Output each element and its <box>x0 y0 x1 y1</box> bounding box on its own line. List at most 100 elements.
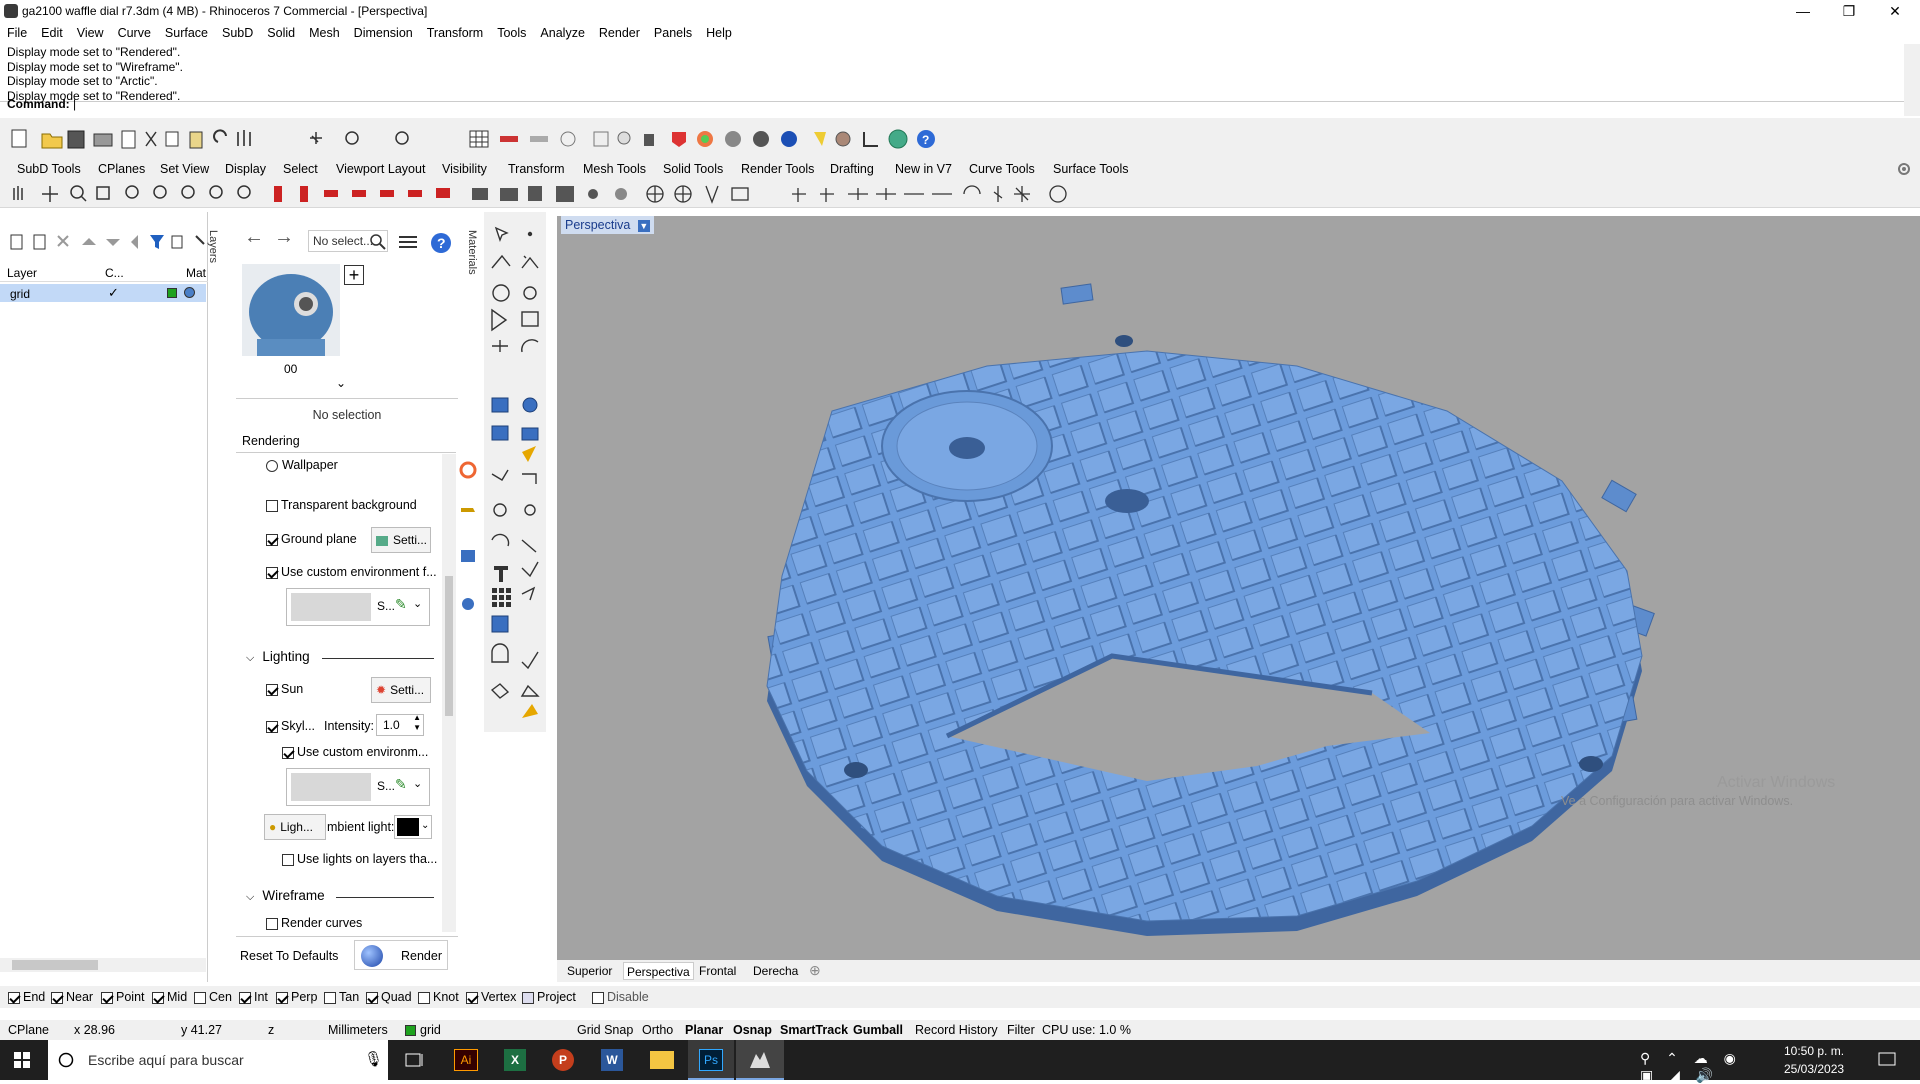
ground-plane-option[interactable]: Ground plane <box>266 532 357 546</box>
status-ortho[interactable]: Ortho <box>642 1023 673 1037</box>
status-osnap[interactable]: Osnap <box>733 1023 772 1037</box>
standard-toolbar-icons[interactable]: ? <box>0 118 960 158</box>
tab-frontal[interactable]: Frontal <box>699 964 736 978</box>
transparent-bg-option[interactable]: Transparent background <box>266 498 417 512</box>
menu-view[interactable]: View <box>70 22 111 44</box>
osnap-quad[interactable]: Quad <box>366 990 412 1004</box>
custom-env2-option[interactable]: Use custom environm... <box>282 745 428 759</box>
tab-materials-vertical[interactable]: Materials <box>458 230 478 300</box>
taskbar-date[interactable]: 25/03/2023 <box>1784 1062 1844 1076</box>
skylight-option[interactable]: Skyl... <box>266 719 315 733</box>
add-material-button[interactable]: + <box>344 265 364 285</box>
status-smarttrack[interactable]: SmartTrack <box>780 1023 848 1037</box>
ground-plane-settings-button[interactable]: Setti... <box>371 527 431 553</box>
osnap-near[interactable]: Near <box>51 990 93 1004</box>
environment-picker[interactable]: S... ✎ ⌄ <box>286 588 430 626</box>
osnap-vertex[interactable]: Vertex <box>466 990 516 1004</box>
material-thumbnail[interactable] <box>242 264 340 356</box>
render-curves-checkbox[interactable] <box>266 917 278 930</box>
properties-scrollbar[interactable] <box>442 454 456 932</box>
spinner-arrows-icon[interactable]: ▲ ▼ <box>413 713 421 733</box>
status-record-history[interactable]: Record History <box>915 1023 998 1037</box>
tab-mesh-tools[interactable]: Mesh Tools <box>583 162 646 176</box>
file-explorer-icon[interactable] <box>650 1051 674 1069</box>
set-view-toolbar-icons[interactable] <box>0 180 1080 208</box>
osnap-point[interactable]: Point <box>101 990 145 1004</box>
menu-help[interactable]: Help <box>699 22 739 44</box>
menu-transform[interactable]: Transform <box>420 22 491 44</box>
edit-pencil-icon[interactable]: ✎ <box>395 776 407 793</box>
restore-button[interactable]: ❐ <box>1826 0 1872 22</box>
gear-icon[interactable] <box>1896 161 1912 177</box>
menu-panels[interactable]: Panels <box>647 22 699 44</box>
menu-icon[interactable] <box>398 234 418 250</box>
command-scrollbar[interactable] <box>1904 44 1920 116</box>
waffle-dial-model[interactable] <box>557 216 1920 960</box>
status-current-layer[interactable]: grid <box>420 1023 441 1037</box>
column-material[interactable]: Mat <box>186 266 206 280</box>
wallpaper-radio[interactable] <box>266 459 278 472</box>
tab-visibility[interactable]: Visibility <box>442 162 487 176</box>
tab-transform[interactable]: Transform <box>508 162 565 176</box>
render-button[interactable]: Render <box>354 940 448 970</box>
osnap-cen[interactable]: Cen <box>194 990 232 1004</box>
osnap-knot[interactable]: Knot <box>418 990 459 1004</box>
menu-solid[interactable]: Solid <box>260 22 302 44</box>
tab-solid-tools[interactable]: Solid Tools <box>663 162 723 176</box>
osnap-disable[interactable]: Disable <box>592 990 649 1004</box>
skylight-checkbox[interactable] <box>266 720 278 733</box>
tab-display[interactable]: Display <box>225 162 266 176</box>
taskbar-time[interactable]: 10:50 p. m. <box>1784 1044 1844 1058</box>
render-curves-option[interactable]: Render curves <box>266 916 362 930</box>
menu-edit[interactable]: Edit <box>34 22 70 44</box>
viewport-perspectiva[interactable]: Perspectiva ▼ Activar Windows Ve a Confi… <box>557 216 1920 960</box>
layers-hscrollbar[interactable] <box>0 958 206 972</box>
menu-render[interactable]: Render <box>592 22 647 44</box>
osnap-int[interactable]: Int <box>239 990 268 1004</box>
minimize-button[interactable]: — <box>1780 0 1826 22</box>
rhino-task-button[interactable] <box>736 1040 784 1080</box>
microphone-icon[interactable]: 🎙 <box>364 1050 383 1068</box>
panel-side-icons[interactable] <box>459 458 477 618</box>
chevron-down-icon[interactable]: ⌄ <box>413 597 422 610</box>
lights-on-layers-checkbox[interactable] <box>282 853 294 866</box>
lights-on-layers-option[interactable]: Use lights on layers tha... <box>282 852 437 866</box>
powerpoint-app-icon[interactable]: P <box>552 1049 574 1071</box>
collapse-chevron-icon[interactable]: ⌵ <box>246 652 254 664</box>
command-line[interactable]: Command: | <box>0 97 1920 114</box>
column-current[interactable]: C... <box>105 266 124 280</box>
sun-option[interactable]: Sun <box>266 682 303 696</box>
wireframe-section-header[interactable]: ⌵ Wireframe <box>246 888 325 904</box>
add-viewport-icon[interactable]: ⊕ <box>809 962 821 979</box>
custom-env-option[interactable]: Use custom environment f... <box>266 565 437 579</box>
search-icon[interactable] <box>370 234 386 250</box>
tab-select[interactable]: Select <box>283 162 318 176</box>
sun-checkbox[interactable] <box>266 683 278 696</box>
osnap-tan[interactable]: Tan <box>324 990 359 1004</box>
transparent-bg-checkbox[interactable] <box>266 499 278 512</box>
collapse-chevron-icon[interactable]: ⌵ <box>246 891 254 903</box>
status-units[interactable]: Millimeters <box>328 1023 388 1037</box>
lights-button[interactable]: ● Ligh... <box>264 814 326 840</box>
status-grid-snap[interactable]: Grid Snap <box>577 1023 633 1037</box>
edit-pencil-icon[interactable]: ✎ <box>395 596 407 613</box>
status-filter[interactable]: Filter <box>1007 1023 1035 1037</box>
tab-curve-tools[interactable]: Curve Tools <box>969 162 1035 176</box>
osnap-project[interactable]: Project <box>522 990 576 1004</box>
help-icon[interactable]: ? <box>430 232 452 254</box>
back-arrow-icon[interactable]: ← <box>244 226 264 249</box>
osnap-perp[interactable]: Perp <box>276 990 317 1004</box>
menu-tools[interactable]: Tools <box>490 22 533 44</box>
ambient-color-picker[interactable]: ⌄ <box>394 815 432 839</box>
current-layer-check-icon[interactable]: ✓ <box>108 285 119 301</box>
osnap-end[interactable]: End <box>8 990 45 1004</box>
menu-surface[interactable]: Surface <box>158 22 215 44</box>
status-cplane[interactable]: CPlane <box>8 1023 49 1037</box>
status-planar[interactable]: Planar <box>685 1023 723 1037</box>
layers-toolbar-icons[interactable] <box>6 232 206 254</box>
menu-dimension[interactable]: Dimension <box>347 22 420 44</box>
skylight-environment-picker[interactable]: S... ✎ ⌄ <box>286 768 430 806</box>
photoshop-task-button[interactable]: Ps <box>688 1040 734 1080</box>
reset-defaults-button[interactable]: Reset To Defaults <box>240 949 338 963</box>
layer-material-icon[interactable] <box>184 287 195 298</box>
